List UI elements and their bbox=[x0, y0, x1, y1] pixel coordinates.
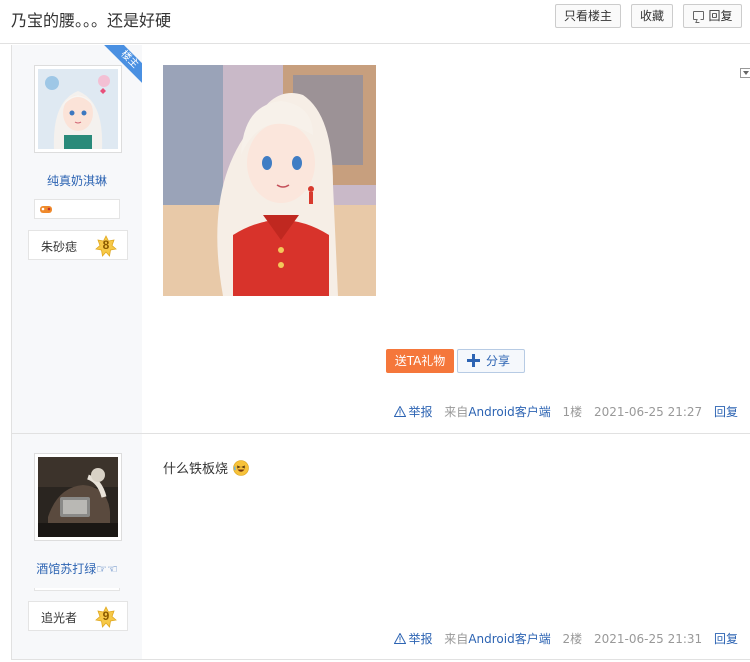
level-box: 朱砂痣 8 bbox=[28, 230, 128, 260]
post-meta: 举报 来自Android客户端 1楼 2021-06-25 21:27 回复 bbox=[394, 403, 738, 420]
source-info: 来自Android客户端 bbox=[444, 632, 550, 646]
author-sidebar: 酒馆苏打绿☞☜ 追光者 9 bbox=[12, 434, 142, 659]
post-meta: 举报 来自Android客户端 2楼 2021-06-25 21:31 回复 bbox=[394, 630, 738, 647]
thread-header: 乃宝的腰。。。还是好硬 只看楼主 收藏 回复 bbox=[0, 0, 750, 44]
level-name: 朱砂痣 bbox=[41, 240, 78, 254]
post-content: 什么铁板烧 举报 来自Android客户端 2楼 2021-06-25 21:3… bbox=[162, 434, 750, 659]
level-number: 8 bbox=[102, 238, 110, 252]
source-prefix: 来自 bbox=[444, 632, 469, 646]
favorite-button[interactable]: 收藏 bbox=[631, 4, 673, 28]
report-link[interactable]: 举报 bbox=[394, 632, 436, 646]
post-time: 2021-06-25 21:27 bbox=[594, 405, 703, 419]
source-client-link[interactable]: Android客户端 bbox=[468, 632, 550, 646]
floor-number: 2楼 bbox=[562, 632, 583, 646]
post-floor-2: 酒馆苏打绿☞☜ 追光者 9 什么铁板烧 举报 来自Android客户端 2楼 2… bbox=[11, 434, 750, 660]
floor-number: 1楼 bbox=[562, 405, 583, 419]
reply-button-label: 回复 bbox=[708, 9, 733, 23]
reply-link[interactable]: 回复 bbox=[714, 405, 738, 419]
post-image[interactable] bbox=[163, 65, 376, 296]
badge-box bbox=[34, 199, 120, 219]
avatar[interactable] bbox=[34, 453, 122, 541]
avatar-image bbox=[38, 69, 118, 149]
share-label: 分享 bbox=[486, 354, 511, 368]
plus-icon bbox=[467, 354, 480, 367]
send-gift-button[interactable]: 送TA礼物 bbox=[386, 349, 454, 373]
author-name[interactable]: 纯真奶淇琳 bbox=[12, 172, 142, 189]
level-name: 追光者 bbox=[41, 611, 78, 625]
source-info: 来自Android客户端 bbox=[444, 405, 550, 419]
level-number: 9 bbox=[102, 609, 110, 623]
warning-icon bbox=[394, 406, 407, 417]
gamepad-badge-icon bbox=[40, 206, 52, 213]
laughing-emoji-icon bbox=[233, 460, 249, 476]
reply-link[interactable]: 回复 bbox=[714, 632, 738, 646]
badge-box bbox=[34, 588, 120, 591]
comment-icon bbox=[693, 11, 704, 20]
avatar-image bbox=[38, 457, 118, 537]
post-content: 送TA礼物 分享 举报 来自Android客户端 1楼 2021-06-25 2… bbox=[162, 45, 750, 433]
post-time: 2021-06-25 21:31 bbox=[594, 632, 703, 646]
author-sidebar: 楼主 纯真奶淇琳 朱砂痣 8 bbox=[12, 45, 142, 433]
warning-icon bbox=[394, 633, 407, 644]
only-owner-button[interactable]: 只看楼主 bbox=[555, 4, 621, 28]
post-text: 什么铁板烧 bbox=[163, 462, 229, 477]
thread-title: 乃宝的腰。。。还是好硬 bbox=[11, 11, 172, 30]
post-floor-1: 楼主 纯真奶淇琳 朱砂痣 8 送TA礼物 分享 举报 来自Android客户端 … bbox=[11, 45, 750, 434]
post-body: 什么铁板烧 bbox=[163, 458, 249, 477]
report-link[interactable]: 举报 bbox=[394, 405, 436, 419]
report-label: 举报 bbox=[408, 405, 433, 419]
post-dropdown-toggle[interactable] bbox=[740, 68, 750, 78]
avatar[interactable] bbox=[34, 65, 122, 153]
reply-button[interactable]: 回复 bbox=[683, 4, 742, 28]
share-button[interactable]: 分享 bbox=[457, 349, 525, 373]
source-client-link[interactable]: Android客户端 bbox=[468, 405, 550, 419]
author-name[interactable]: 酒馆苏打绿☞☜ bbox=[12, 560, 142, 577]
level-box: 追光者 9 bbox=[28, 601, 128, 631]
source-prefix: 来自 bbox=[444, 405, 469, 419]
report-label: 举报 bbox=[408, 632, 433, 646]
